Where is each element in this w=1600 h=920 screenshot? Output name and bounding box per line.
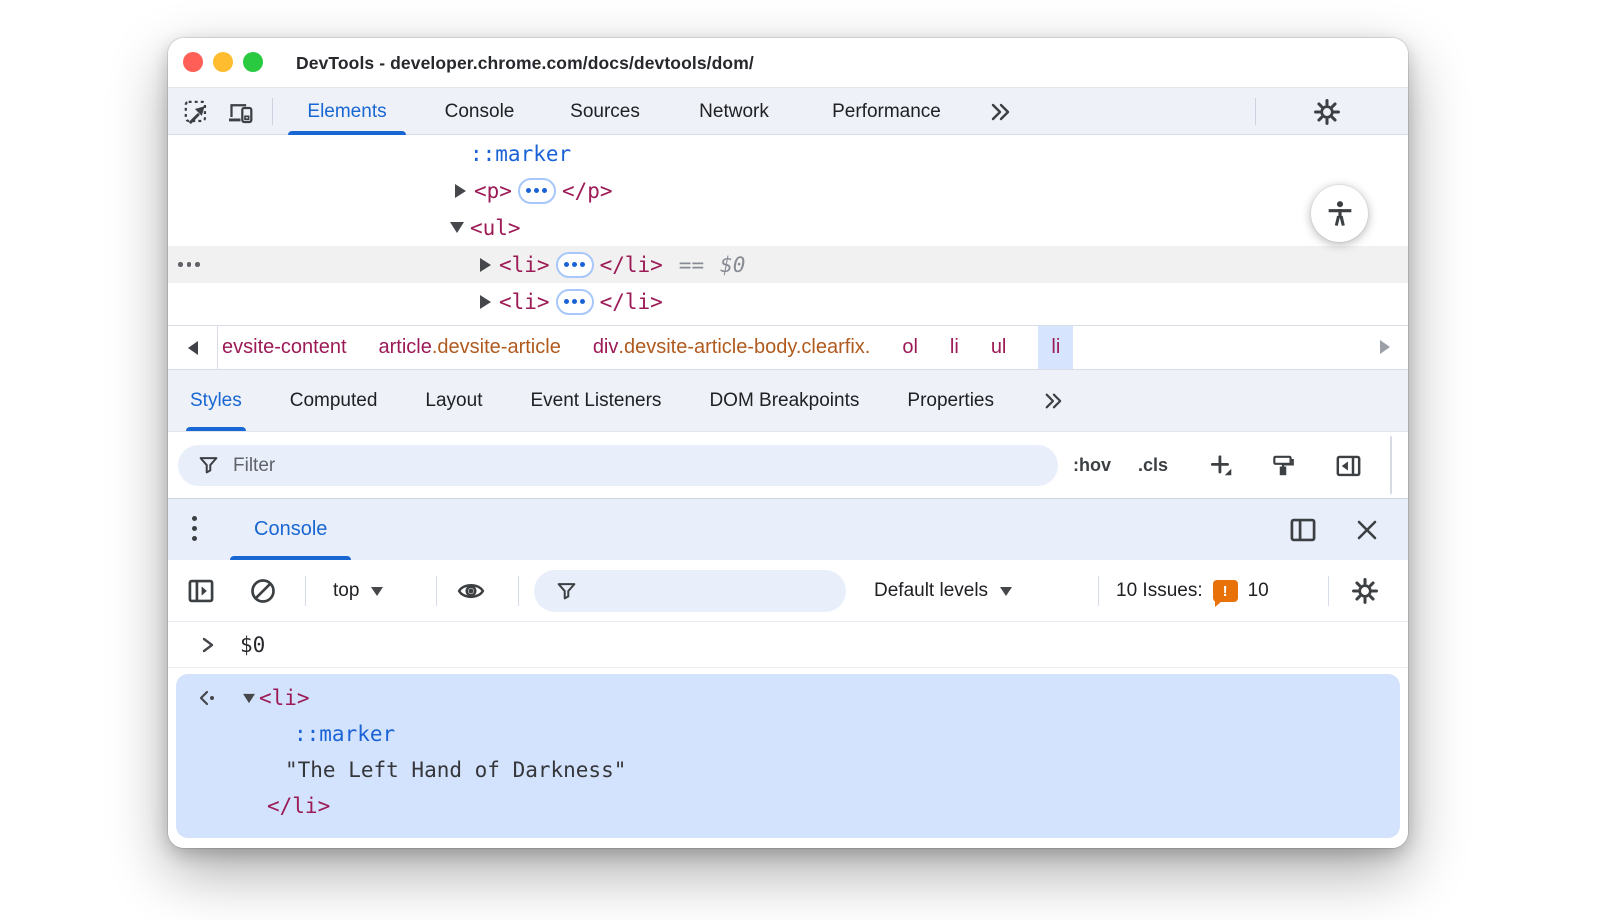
styles-filter-row: :hov .cls	[168, 432, 1408, 498]
expand-arrow-icon[interactable]	[480, 257, 491, 272]
breadcrumb-item[interactable]: article .devsite-article	[379, 326, 561, 369]
dollar-zero-token: $0	[720, 252, 746, 277]
expand-arrow-icon[interactable]	[455, 183, 466, 198]
tab-console[interactable]: Console	[426, 88, 533, 135]
toggle-element-state-button[interactable]: :hov	[1073, 432, 1111, 498]
expand-ellipsis-icon[interactable]	[517, 177, 556, 204]
tab-network[interactable]: Network	[680, 88, 788, 135]
log-levels-selector[interactable]: Default levels	[874, 560, 1013, 622]
console-sidebar-icon[interactable]	[186, 576, 216, 606]
dock-sidebar-icon[interactable]	[1333, 451, 1363, 481]
result-line-text[interactable]: "The Left Hand of Darkness"	[285, 752, 626, 788]
clear-console-icon[interactable]	[248, 576, 278, 606]
rendering-brush-icon[interactable]	[1268, 451, 1298, 481]
result-line-close-tag[interactable]: </li>	[267, 788, 330, 824]
tab-properties[interactable]: Properties	[907, 370, 994, 431]
dom-row-p[interactable]: <p> </p>	[168, 172, 1408, 209]
minimize-window-button[interactable]	[213, 52, 233, 72]
settings-gear-icon[interactable]	[1313, 98, 1341, 126]
equals-token: ==	[678, 252, 705, 277]
dom-row-li[interactable]: <li> </li>	[168, 283, 1408, 320]
chevron-down-icon	[1000, 586, 1013, 596]
tab-event-listeners[interactable]: Event Listeners	[530, 370, 661, 431]
dom-row-marker[interactable]: ::marker	[168, 135, 1408, 172]
breadcrumb-item[interactable]: evsite-content	[222, 326, 347, 369]
issues-icon: !	[1212, 580, 1238, 607]
console-filter-input[interactable]	[589, 580, 829, 602]
console-messages: $0 <li> ::marker "The Left Hand of Darkn…	[168, 622, 1408, 848]
console-history-entry[interactable]: $0	[168, 622, 1408, 668]
live-expression-eye-icon[interactable]	[456, 576, 486, 606]
toolbar-divider	[1255, 98, 1256, 125]
row-actions-icon[interactable]	[178, 262, 200, 267]
tab-computed[interactable]: Computed	[290, 370, 378, 431]
drawer-tab-console[interactable]: Console	[230, 499, 352, 560]
main-toolbar: Elements Console Sources Network Perform…	[168, 88, 1408, 178]
titlebar: DevTools - developer.chrome.com/docs/dev…	[168, 38, 1408, 88]
breadcrumb-item[interactable]: ul	[991, 326, 1007, 369]
window-title: DevTools - developer.chrome.com/docs/dev…	[296, 53, 754, 73]
more-tabs-icon[interactable]	[986, 98, 1014, 126]
tab-sources[interactable]: Sources	[552, 88, 658, 135]
filter-funnel-icon	[557, 582, 576, 599]
console-drawer-header: Console	[168, 498, 1408, 560]
breadcrumb-forward-icon[interactable]	[1380, 340, 1390, 354]
return-value-icon	[199, 690, 214, 706]
prompt-chevron-icon	[202, 637, 214, 652]
console-toolbar: top Default levels 10 Issues: ! 10	[168, 560, 1408, 622]
styles-tab-bar: Styles Computed Layout Event Listeners D…	[168, 370, 1408, 432]
console-settings-gear-icon[interactable]	[1350, 576, 1380, 606]
issues-counter[interactable]: 10 Issues: ! 10	[1116, 560, 1269, 622]
accessibility-icon[interactable]	[1311, 185, 1368, 242]
tab-layout[interactable]: Layout	[425, 370, 482, 431]
expand-ellipsis-icon[interactable]	[555, 251, 594, 278]
new-style-rule-icon[interactable]	[1206, 451, 1236, 481]
breadcrumb-item[interactable]: ol	[902, 326, 918, 369]
dom-row-ul[interactable]: <ul>	[168, 209, 1408, 246]
tab-elements[interactable]: Elements	[286, 88, 408, 135]
collapse-arrow-icon[interactable]	[243, 693, 255, 703]
dom-row-li-selected[interactable]: <li> </li> == $0	[168, 246, 1408, 283]
toolbar-divider	[272, 98, 273, 125]
breadcrumb: evsite-content article .devsite-article d…	[168, 325, 1408, 370]
split-panel-icon[interactable]	[1288, 515, 1318, 545]
chevron-down-icon	[371, 586, 384, 596]
collapse-arrow-icon[interactable]	[450, 222, 464, 233]
tab-performance[interactable]: Performance	[808, 88, 965, 135]
tab-styles[interactable]: Styles	[186, 370, 246, 431]
result-line-open-tag[interactable]: <li>	[176, 680, 310, 716]
scrollbar[interactable]	[1390, 436, 1392, 494]
inspect-element-icon[interactable]	[182, 98, 210, 126]
breadcrumb-item[interactable]: li	[950, 326, 959, 369]
result-line-marker[interactable]: ::marker	[294, 716, 395, 752]
breadcrumb-back-icon[interactable]	[168, 326, 218, 369]
expand-ellipsis-icon[interactable]	[555, 288, 594, 315]
close-window-button[interactable]	[183, 52, 203, 72]
elements-dom-tree: ::marker <p> </p> <ul> <li> </li> == $0 …	[168, 135, 1408, 325]
close-drawer-icon[interactable]	[1352, 515, 1382, 545]
breadcrumb-item[interactable]: div .devsite-article-body.clearfix.	[593, 326, 871, 369]
expand-arrow-icon[interactable]	[480, 294, 491, 309]
filter-funnel-icon	[199, 457, 218, 474]
console-result-highlighted[interactable]: <li> ::marker "The Left Hand of Darkness…	[176, 674, 1400, 838]
execution-context-selector[interactable]: top	[333, 560, 384, 622]
breadcrumb-item-selected[interactable]: li	[1038, 326, 1074, 369]
styles-filter-input[interactable]	[233, 454, 1013, 477]
devtools-window: DevTools - developer.chrome.com/docs/dev…	[168, 38, 1408, 848]
zoom-window-button[interactable]	[243, 52, 263, 72]
styles-filter-field[interactable]	[178, 445, 1058, 486]
element-classes-button[interactable]: .cls	[1138, 432, 1168, 498]
drawer-menu-kebab-icon[interactable]	[192, 516, 197, 541]
pseudo-element-token[interactable]: ::marker	[470, 142, 571, 166]
more-tabs-icon[interactable]	[1042, 370, 1064, 431]
tab-dom-breakpoints[interactable]: DOM Breakpoints	[709, 370, 859, 431]
device-toolbar-icon[interactable]	[226, 98, 254, 126]
console-filter-field[interactable]	[534, 570, 846, 612]
console-input-expression: $0	[240, 632, 266, 657]
